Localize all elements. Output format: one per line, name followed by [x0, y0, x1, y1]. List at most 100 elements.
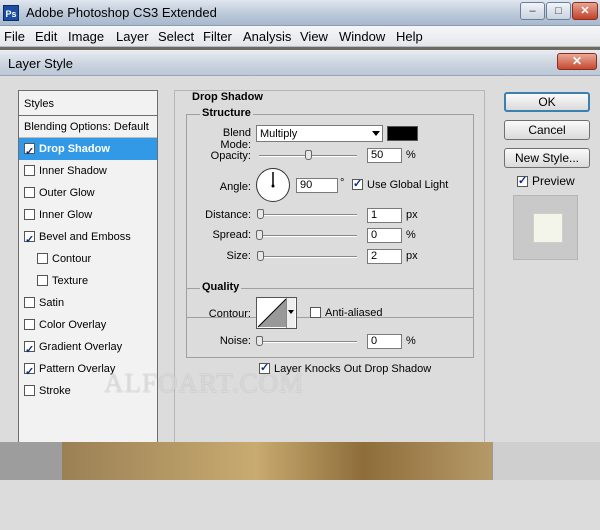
style-inner-shadow[interactable]: Inner Shadow	[19, 160, 157, 182]
shadow-color-swatch[interactable]	[387, 126, 418, 141]
distance-slider-thumb[interactable]	[257, 209, 264, 219]
style-label: Satin	[39, 297, 65, 309]
app-title-bar: Ps Adobe Photoshop CS3 Extended – □ ✕	[0, 0, 600, 26]
menu-analysis[interactable]: Analysis	[243, 29, 291, 44]
outer-glow-checkbox[interactable]	[24, 187, 35, 198]
style-gradient-overlay[interactable]: Gradient Overlay	[19, 336, 157, 361]
ok-button[interactable]: OK	[504, 92, 590, 112]
size-slider-thumb[interactable]	[257, 251, 264, 261]
style-drop-shadow[interactable]: Drop Shadow	[19, 138, 157, 163]
size-slider-track[interactable]	[259, 256, 357, 258]
style-label: Bevel and Emboss	[39, 231, 131, 243]
spread-slider-thumb[interactable]	[256, 230, 263, 240]
dialog-close-button[interactable]: ✕	[557, 53, 597, 70]
distance-label: Distance:	[205, 209, 251, 221]
style-texture[interactable]: Texture	[19, 270, 157, 292]
style-color-overlay[interactable]: Color Overlay	[19, 314, 157, 336]
style-satin[interactable]: Satin	[19, 292, 157, 314]
style-outer-glow[interactable]: Outer Glow	[19, 182, 157, 204]
style-label: Gradient Overlay	[39, 341, 123, 353]
menu-file[interactable]: File	[4, 29, 25, 44]
style-label: Inner Shadow	[39, 165, 107, 177]
style-label: Drop Shadow	[39, 143, 110, 155]
blend-mode-label: Blend Mode:	[220, 127, 251, 151]
noise-slider-thumb[interactable]	[256, 336, 263, 346]
opacity-unit: %	[406, 149, 416, 161]
anti-aliased-label: Anti-aliased	[325, 307, 383, 319]
style-label: Outer Glow	[39, 187, 95, 199]
menu-edit[interactable]: Edit	[35, 29, 57, 44]
opacity-input[interactable]: 50	[367, 148, 402, 163]
drop-shadow-checkbox[interactable]	[24, 141, 35, 163]
noise-slider-track[interactable]	[259, 341, 357, 343]
style-blending-options[interactable]: Blending Options: Default	[19, 116, 157, 138]
menu-window[interactable]: Window	[339, 29, 385, 44]
new-style-button[interactable]: New Style...	[504, 148, 590, 168]
menu-bar: File Edit Image Layer Select Filter Anal…	[0, 26, 600, 47]
menu-select[interactable]: Select	[158, 29, 194, 44]
spread-slider-track[interactable]	[259, 235, 357, 237]
gradient-overlay-checkbox[interactable]	[24, 339, 35, 361]
anti-aliased-checkbox[interactable]	[310, 307, 321, 318]
distance-unit: px	[406, 209, 418, 221]
style-label: Texture	[52, 275, 89, 287]
quality-group	[186, 288, 474, 358]
contour-checkbox[interactable]	[37, 253, 48, 264]
spread-input[interactable]: 0	[367, 228, 402, 243]
watermark: ALFOART.COM	[104, 368, 305, 398]
size-unit: px	[406, 250, 418, 262]
use-global-light-checkbox[interactable]	[352, 177, 363, 190]
app-close-button[interactable]: ✕	[572, 2, 598, 20]
preview-thumbnail	[513, 195, 578, 260]
dialog-title-bar[interactable]: Layer Style ✕	[0, 50, 600, 76]
menu-view[interactable]: View	[300, 29, 328, 44]
angle-dial-indicator	[271, 172, 275, 188]
styles-header[interactable]: Styles	[19, 91, 157, 116]
menu-image[interactable]: Image	[68, 29, 104, 44]
menu-filter[interactable]: Filter	[203, 29, 232, 44]
spread-unit: %	[406, 229, 416, 241]
angle-dial[interactable]	[256, 168, 290, 202]
preview-label: Preview	[532, 174, 575, 188]
inner-glow-checkbox[interactable]	[24, 209, 35, 220]
style-inner-glow[interactable]: Inner Glow	[19, 204, 157, 226]
minimize-button[interactable]: –	[520, 2, 545, 20]
noise-unit: %	[406, 335, 416, 347]
stroke-checkbox[interactable]	[24, 385, 35, 396]
style-bevel-and-emboss[interactable]: Bevel and Emboss	[19, 226, 157, 251]
use-global-light-label: Use Global Light	[367, 179, 449, 191]
preview-swatch	[533, 213, 563, 243]
color-overlay-checkbox[interactable]	[24, 319, 35, 330]
anti-aliased-option[interactable]: Anti-aliased	[310, 307, 382, 319]
contour-dropdown-arrow[interactable]	[286, 298, 295, 328]
menu-layer[interactable]: Layer	[116, 29, 149, 44]
bevel-and-emboss-checkbox[interactable]	[24, 229, 35, 251]
noise-input[interactable]: 0	[367, 334, 402, 349]
use-global-light-option[interactable]: Use Global Light	[352, 177, 449, 191]
opacity-slider-thumb[interactable]	[305, 150, 312, 160]
photoshop-icon: Ps	[3, 5, 19, 21]
spread-label: Spread:	[212, 229, 251, 241]
angle-input[interactable]: 90	[296, 178, 338, 193]
cancel-button[interactable]: Cancel	[504, 120, 590, 140]
preview-checkbox[interactable]	[517, 174, 528, 187]
contour-picker[interactable]	[256, 297, 297, 329]
dialog-title: Layer Style	[8, 56, 74, 71]
texture-checkbox[interactable]	[37, 275, 48, 286]
pattern-overlay-checkbox[interactable]	[24, 361, 35, 383]
linear-contour-icon	[257, 298, 287, 328]
distance-slider-track[interactable]	[259, 214, 357, 216]
style-label: Color Overlay	[39, 319, 107, 331]
inner-shadow-checkbox[interactable]	[24, 165, 35, 176]
angle-unit: °	[340, 177, 345, 189]
blend-mode-dropdown[interactable]: Multiply	[256, 125, 383, 142]
distance-input[interactable]: 1	[367, 208, 402, 223]
preview-option[interactable]: Preview	[517, 174, 575, 188]
style-label: Inner Glow	[39, 209, 93, 221]
menu-help[interactable]: Help	[396, 29, 423, 44]
size-input[interactable]: 2	[367, 249, 402, 264]
chevron-down-icon	[288, 310, 294, 314]
style-contour[interactable]: Contour	[19, 248, 157, 270]
satin-checkbox[interactable]	[24, 297, 35, 308]
maximize-button[interactable]: □	[546, 2, 571, 20]
